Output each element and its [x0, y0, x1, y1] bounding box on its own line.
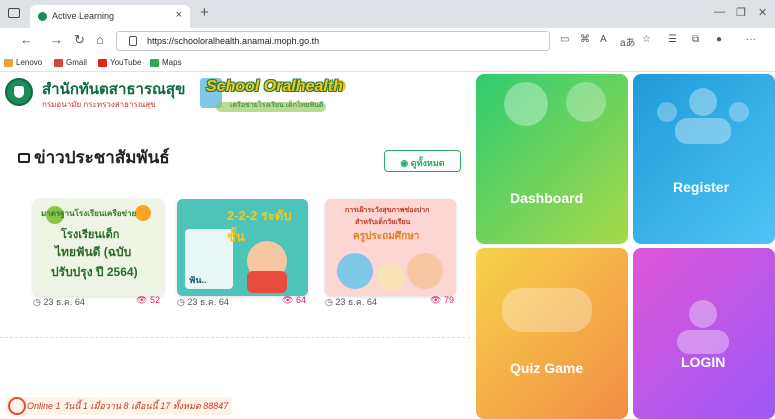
- card-3-date: ◷ 23 ธ.ค. 64: [325, 297, 377, 307]
- register-label: Register: [673, 179, 730, 195]
- maps-icon: [150, 58, 159, 67]
- card-1-views: 👁 52: [136, 295, 160, 305]
- org-dept: กรมอนามัย กระทรวงสาธารณสุข: [42, 100, 156, 109]
- folder-icon: [4, 58, 13, 67]
- bookmarks-bar: Lenovo Gmail YouTube Maps: [0, 54, 775, 72]
- bookmark-youtube[interactable]: YouTube: [98, 58, 141, 67]
- lock-icon[interactable]: [129, 36, 137, 46]
- news-card-1[interactable]: มาตรฐานโรงเรียนเครือข่าย โรงเรียนเด็ก ไท…: [33, 199, 164, 296]
- more-menu-icon[interactable]: ···: [746, 34, 756, 45]
- favorites-list-icon[interactable]: ☰: [668, 34, 677, 45]
- gmail-icon: [54, 58, 63, 67]
- bookmark-maps[interactable]: Maps: [150, 58, 182, 67]
- view-all-button[interactable]: ◉ ดูทั้งหมด: [384, 150, 461, 172]
- card-2-views: 👁 64: [282, 295, 306, 305]
- card-3-views: 👁 79: [430, 295, 454, 305]
- ministry-logo-icon[interactable]: [5, 78, 33, 106]
- tab-title: Active Learning: [52, 11, 115, 21]
- minimize-icon[interactable]: —: [714, 6, 725, 18]
- quiz-game-label: Quiz Game: [510, 360, 584, 376]
- browser-tab[interactable]: Active Learning ×: [30, 5, 190, 28]
- dashboard-label: Dashboard: [510, 190, 584, 206]
- login-label: LOGIN: [681, 354, 726, 370]
- window-close-icon[interactable]: ✕: [758, 6, 767, 19]
- dashboard-tile[interactable]: Dashboard: [476, 74, 628, 244]
- register-tile[interactable]: Register: [633, 74, 775, 244]
- gamepad-icon: [502, 288, 592, 332]
- profile-icon[interactable]: ●: [716, 34, 722, 45]
- collections-icon[interactable]: ⧉: [692, 34, 699, 45]
- home-icon[interactable]: ⌂: [96, 32, 104, 47]
- school-subtitle: เครือข่ายโรงเรียน เด็กไทยฟันดี: [230, 102, 324, 109]
- address-text: https://schooloralhealth.anamai.moph.go.…: [147, 36, 320, 46]
- apps-icon[interactable]: ⌘: [580, 34, 590, 45]
- tab-actions-icon[interactable]: [8, 8, 20, 18]
- tab-close-icon[interactable]: ×: [176, 9, 182, 21]
- login-tile[interactable]: LOGIN: [633, 248, 775, 419]
- new-tab-button[interactable]: +: [200, 4, 209, 21]
- news-heading: ข่าวประชาสัมพันธ์: [18, 144, 170, 171]
- favorite-icon[interactable]: ☆: [642, 34, 651, 45]
- forward-icon[interactable]: →: [50, 32, 63, 47]
- back-icon[interactable]: ←: [20, 32, 33, 47]
- bookmark-lenovo[interactable]: Lenovo: [4, 58, 42, 67]
- site-favicon-icon: [38, 12, 47, 21]
- quiz-game-tile[interactable]: Quiz Game: [476, 248, 628, 419]
- browser-tab-bar: Active Learning × + — ❐ ✕: [0, 0, 775, 28]
- youtube-icon: [98, 58, 107, 67]
- card-1-date: ◷ 23 ธ.ค. 64: [33, 297, 85, 307]
- restore-icon[interactable]: ❐: [736, 6, 746, 19]
- divider: [0, 337, 470, 338]
- news-card-3[interactable]: การเฝ้าระวังสุขภาพช่องปาก สำหรับเด็กวัยเ…: [325, 199, 456, 296]
- translate-icon[interactable]: aあ: [620, 34, 636, 49]
- user-icon: [677, 300, 729, 354]
- visitor-stats: Online 1 วันนี้ 1 เมื่อวาน 8 เดือนนี้ 17…: [5, 397, 233, 415]
- bookmark-gmail[interactable]: Gmail: [54, 58, 87, 67]
- register-people-icon: [657, 88, 749, 144]
- dashboard-illustration: [504, 82, 606, 126]
- card-2-date: ◷ 23 ธ.ค. 64: [177, 297, 229, 307]
- read-aloud-icon[interactable]: A: [600, 34, 607, 45]
- news-card-2[interactable]: 2-2-2 ระดับชั้น ฟัน..: [177, 199, 308, 296]
- page-content: สำนักทันตสาธารณสุข กรมอนามัย กระทรวงสาธา…: [0, 72, 775, 419]
- refresh-icon[interactable]: ↻: [74, 32, 85, 48]
- megaphone-icon: [18, 153, 30, 163]
- address-bar[interactable]: https://schooloralhealth.anamai.moph.go.…: [116, 31, 550, 51]
- school-oralhealth-banner[interactable]: School Oralhealth เครือข่ายโรงเรียน เด็ก…: [200, 76, 360, 116]
- reader-icon[interactable]: ▭: [560, 34, 569, 45]
- school-title: School Oralhealth: [206, 78, 343, 95]
- browser-toolbar: ← → ↻ ⌂ https://schooloralhealth.anamai.…: [0, 28, 775, 54]
